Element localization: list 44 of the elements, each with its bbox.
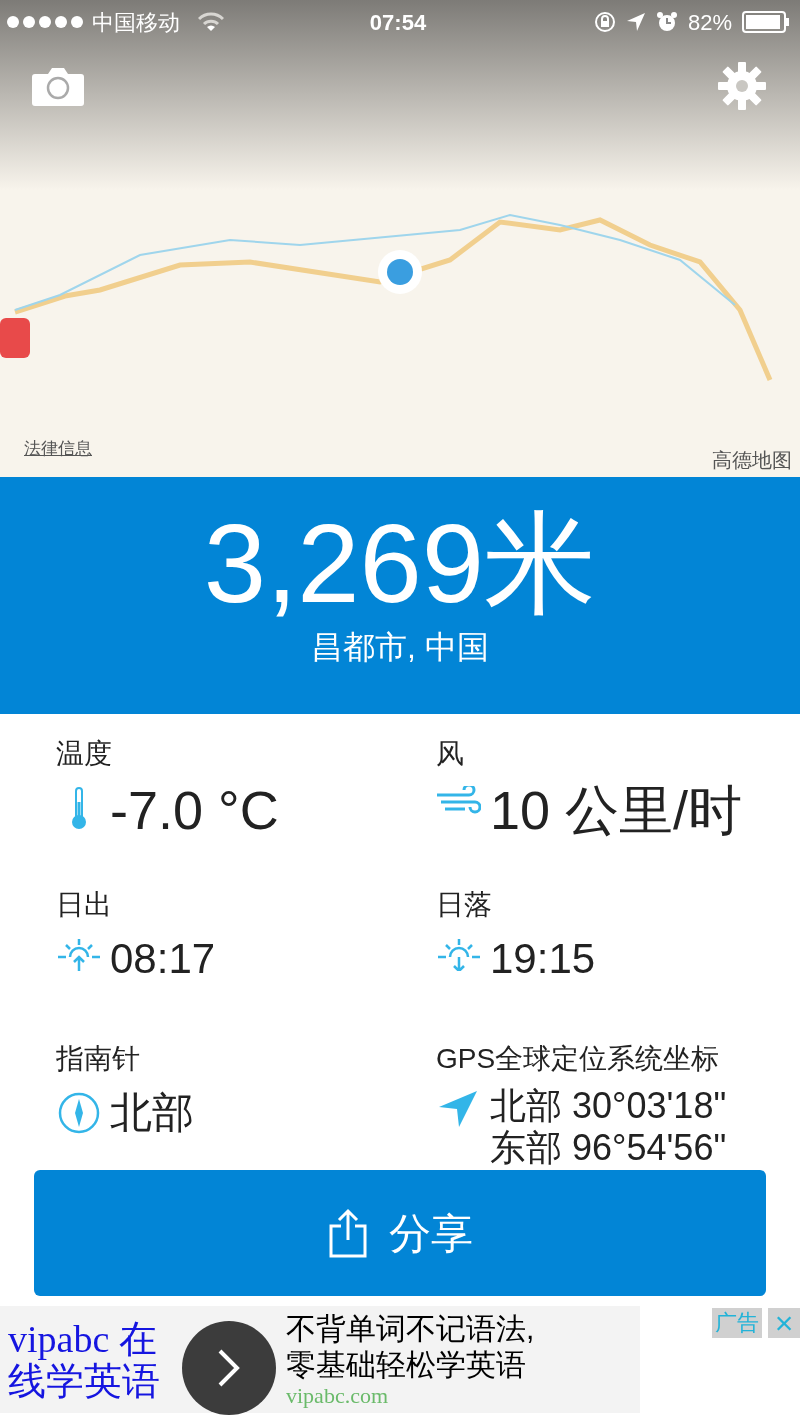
- location-arrow-icon: [439, 1088, 479, 1129]
- ad-headline: vipabc 在线学英语: [7, 1317, 161, 1402]
- camera-button[interactable]: [32, 68, 84, 106]
- clock-time: 07:54: [369, 8, 427, 37]
- stat-label: 风: [436, 737, 465, 771]
- signal-icon: [6, 15, 86, 29]
- stat-label: 日落: [436, 888, 493, 923]
- location-name: 昌都市, 中国: [311, 628, 489, 667]
- ad-text: 不背单词不记语法,: [286, 1310, 535, 1347]
- stat-label: GPS全球定位系统坐标: [436, 1041, 721, 1076]
- stat-value: -7.0 °C: [110, 780, 279, 840]
- location-marker: [378, 250, 422, 294]
- alarm-icon: [655, 11, 678, 33]
- thermometer-icon: [69, 786, 89, 832]
- ad-text: 零基础轻松学英语: [286, 1346, 527, 1383]
- stat-value: 北部 30°03'18": [490, 1084, 727, 1127]
- stat-value: 19:15: [490, 934, 596, 985]
- compass-icon: [57, 1090, 101, 1135]
- stat-value: 08:17: [110, 934, 216, 985]
- battery-percent: 82%: [687, 8, 732, 37]
- chevron-right-icon: [217, 1347, 241, 1388]
- stat-label: 温度: [56, 737, 113, 771]
- battery-icon: [742, 11, 790, 33]
- altitude-value: 3,269米: [203, 500, 597, 628]
- ad-banner[interactable]: vipabc 在线学英语 不背单词不记语法, 零基础轻松学英语 vipabc.com: [0, 1306, 640, 1413]
- location-arrow-icon: [625, 12, 646, 32]
- ad-badge: 广告: [712, 1308, 762, 1338]
- rotation-lock-icon: [593, 11, 616, 33]
- share-icon: [327, 1208, 369, 1258]
- settings-button[interactable]: [718, 62, 766, 110]
- legal-info-link[interactable]: 法律信息: [24, 436, 92, 462]
- stat-value: 10 公里/时: [490, 780, 743, 840]
- stat-label: 日出: [56, 888, 113, 923]
- stat-value: 东部 96°54'56": [490, 1126, 727, 1169]
- sunrise-icon: [58, 937, 100, 972]
- carrier-name: 中国移动: [92, 8, 180, 37]
- wind-icon: [437, 786, 481, 816]
- wifi-icon: [198, 12, 224, 32]
- share-button[interactable]: 分享: [34, 1170, 766, 1296]
- stat-value: 北部: [110, 1087, 194, 1138]
- sunset-icon: [438, 937, 480, 972]
- map-provider-label: 高德地图: [712, 448, 792, 473]
- ad-url: vipabc.com: [286, 1382, 390, 1409]
- stat-label: 指南针: [56, 1041, 141, 1076]
